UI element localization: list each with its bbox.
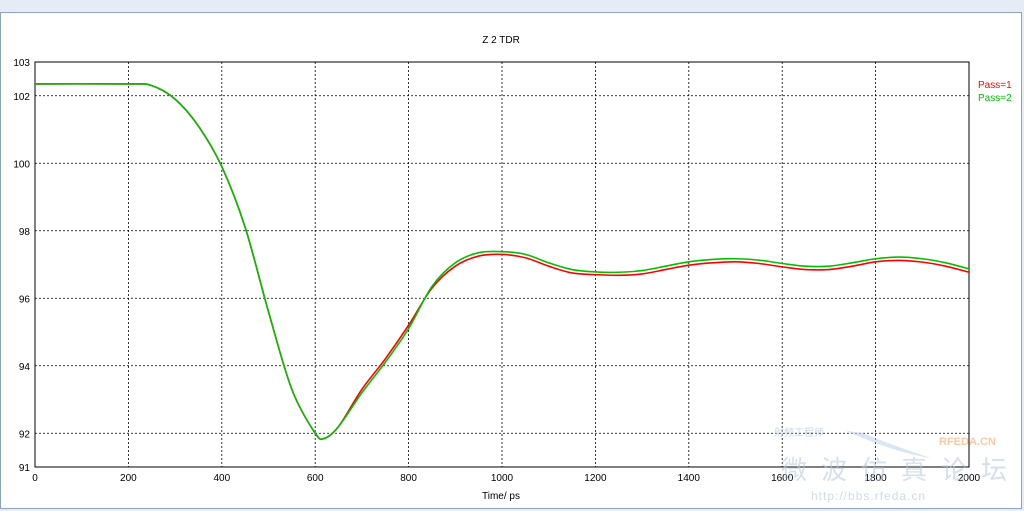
y-tick-label: 98 [19,227,31,238]
legend-entry-2: Pass=2 [978,93,1012,104]
tick-layer: 0 200 400 600 800 1000 1200 1400 1600 1800 2000919… [13,58,980,484]
chart-title: Z 2 TDR [482,35,520,46]
x-tick-label: 600 [307,473,324,484]
y-tick-label: 92 [19,429,31,440]
grid-layer [35,62,969,467]
x-tick-label: 1200 [584,473,607,484]
x-tick-label: 400 [213,473,230,484]
y-tick-label: 102 [13,92,30,103]
y-tick-label: 103 [13,58,30,69]
x-axis-label: Time/ ps [482,491,520,502]
watermark: 射频工程师 RFEDA.CN 微波仿真论坛 http://bbs.rfeda.c… [774,426,1021,503]
watermark-wing-icon [846,431,931,458]
legend: Pass=1 Pass=2 [978,80,1012,104]
legend-entry-1: Pass=1 [978,80,1012,91]
tdr-chart: 0 200 400 600 800 1000 1200 1400 1600 1800 2000919… [13,35,1021,503]
watermark-small-text: 射频工程师 [774,426,824,439]
watermark-url: http://bbs.rfeda.cn [811,489,926,503]
x-tick-label: 800 [400,473,417,484]
y-tick-label: 96 [19,294,31,305]
x-tick-label: 1400 [678,473,701,484]
chart-window: 0 200 400 600 800 1000 1200 1400 1600 1800 2000 91 9… [0,12,1022,509]
x-tick-label: 1000 [491,473,514,484]
y-tick-label: 91 [19,463,31,474]
x-tick-label: 0 [32,473,38,484]
y-tick-label: 94 [19,362,31,373]
watermark-site: RFEDA.CN [939,436,996,448]
watermark-title: 微波仿真论坛 [781,456,1021,486]
y-tick-label: 100 [13,159,30,170]
x-tick-label: 200 [120,473,137,484]
